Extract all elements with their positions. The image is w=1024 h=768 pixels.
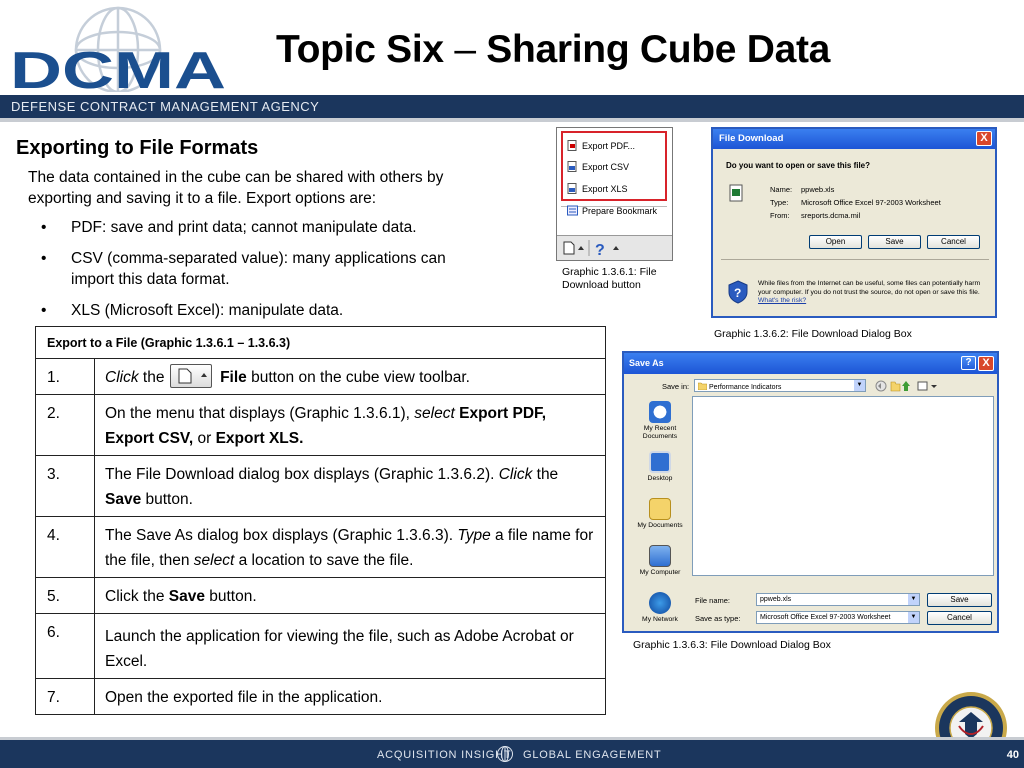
table-row: 6. Launch the application for viewing th… (36, 614, 605, 679)
place-my-recent-documents[interactable]: My Recent Documents (629, 401, 691, 441)
steps-table: Export to a File (Graphic 1.3.6.1 – 1.3.… (35, 326, 606, 715)
folder-icon (697, 382, 708, 391)
svg-text:?: ? (734, 286, 741, 300)
file-name-value: ppweb.xls (801, 185, 835, 194)
close-button[interactable]: X (976, 131, 992, 146)
chevron-down-icon: ▼ (854, 380, 865, 391)
file-name-input[interactable]: ppweb.xls ▼ (756, 593, 920, 606)
dialog-titlebar: Save As ? X (624, 353, 997, 374)
my-documents-icon (649, 498, 671, 520)
agency-name: DEFENSE CONTRACT MANAGEMENT AGENCY (11, 99, 320, 114)
table-row: 4. The Save As dialog box displays (Grap… (36, 517, 605, 578)
pdf-file-icon (567, 140, 577, 151)
dialog-divider (721, 259, 989, 260)
security-warning: While files from the Internet can be use… (758, 280, 981, 304)
save-in-dropdown[interactable]: Performance Indicators ▼ (694, 379, 866, 392)
file-menu-screenshot: Export PDF... Export CSV Export XLS Prep… (556, 127, 673, 261)
close-button[interactable]: X (978, 356, 994, 371)
help-button[interactable]: ? (961, 356, 976, 370)
help-icon: ? (595, 242, 605, 259)
dialog-titlebar: File Download X (713, 129, 995, 149)
banner-divider (0, 118, 1024, 122)
dcma-logo: DCMA (8, 0, 230, 100)
footer-bar: ACQUISITION INSIGHT GLOBAL ENGAGEMENT 40 (0, 737, 1024, 768)
logo-wordmark: DCMA (10, 42, 226, 92)
table-row: 3. The File Download dialog box displays… (36, 456, 605, 517)
file-type-value: Microsoft Office Excel 97-2003 Worksheet (801, 198, 941, 207)
file-source-value: sreports.dcma.mil (801, 211, 861, 220)
navigation-toolbar (875, 380, 937, 392)
security-shield-icon: ? (728, 280, 748, 304)
views-icon (917, 381, 928, 391)
menu-item-export-xls[interactable]: Export XLS (567, 183, 628, 194)
new-folder-icon (902, 381, 910, 391)
chevron-down-icon: ▼ (908, 612, 919, 623)
menu-item-export-csv[interactable]: Export CSV (567, 161, 629, 172)
cancel-button[interactable]: Cancel (927, 611, 992, 625)
graphic1-caption: Graphic 1.3.6.1: File Download button (562, 266, 657, 291)
agency-banner: DEFENSE CONTRACT MANAGEMENT AGENCY (0, 95, 1024, 118)
graphic3-caption: Graphic 1.3.6.3: File Download Dialog Bo… (633, 639, 831, 651)
up-folder-icon (890, 381, 901, 392)
section-heading: Exporting to File Formats (16, 137, 259, 159)
dialog-question: Do you want to open or save this file? (726, 161, 871, 170)
table-row: 7. Open the exported file in the applica… (36, 679, 605, 714)
save-as-type-dropdown[interactable]: Microsoft Office Excel 97-2003 Worksheet… (756, 611, 920, 624)
excel-file-icon (729, 184, 743, 202)
save-as-dialog: Save As ? X Save in: Performance Indicat… (622, 351, 999, 633)
my-computer-icon (649, 545, 671, 567)
file-toolbar-button (169, 364, 212, 389)
my-network-icon (649, 592, 671, 614)
page-number: 40 (1006, 749, 1019, 761)
bookmark-icon (567, 205, 578, 216)
globe-icon (497, 746, 513, 762)
file-browser-pane[interactable] (692, 396, 994, 576)
csv-file-icon (567, 161, 577, 172)
footer-tagline-left: ACQUISITION INSIGHT (377, 749, 512, 761)
place-my-documents[interactable]: My Documents (629, 498, 691, 530)
table-row: 5. Click the Save button. (36, 578, 605, 614)
page-title: Topic Six – Sharing Cube Data (276, 28, 831, 71)
cancel-button[interactable]: Cancel (927, 235, 980, 249)
cube-view-toolbar: ? (557, 235, 672, 260)
table-header: Export to a File (Graphic 1.3.6.1 – 1.3.… (36, 327, 605, 359)
menu-item-prepare-bookmark[interactable]: Prepare Bookmark (567, 205, 657, 216)
list-item: • XLS (Microsoft Excel): manipulate data. (41, 302, 344, 319)
list-item: • CSV (comma-separated value): many appli… (41, 250, 446, 288)
dropdown-arrow-icon (578, 246, 584, 250)
save-button[interactable]: Save (927, 593, 992, 607)
list-item: • PDF: save and print data; cannot manipu… (41, 219, 417, 236)
intro-paragraph: The data contained in the cube can be sh… (28, 169, 444, 207)
footer-tagline-right: GLOBAL ENGAGEMENT (523, 749, 662, 761)
chevron-down-icon: ▼ (908, 594, 919, 605)
place-desktop[interactable]: Desktop (629, 451, 691, 483)
risk-link[interactable]: What's the risk? (758, 297, 806, 304)
file-icon (563, 241, 575, 255)
file-download-dialog: File Download X Do you want to open or s… (711, 127, 997, 318)
graphic2-caption: Graphic 1.3.6.2: File Download Dialog Bo… (714, 328, 912, 340)
desktop-icon (649, 451, 671, 473)
place-my-network[interactable]: My Network (629, 592, 691, 624)
menu-item-export-pdf[interactable]: Export PDF... (567, 140, 635, 151)
save-button[interactable]: Save (868, 235, 921, 249)
xls-file-icon (567, 183, 577, 194)
table-row: 1. Click the File button on the cube vie… (36, 359, 605, 395)
recent-documents-icon (649, 401, 671, 423)
open-button[interactable]: Open (809, 235, 862, 249)
place-my-computer[interactable]: My Computer (629, 545, 691, 577)
export-options-list: • PDF: save and print data; cannot manipu… (28, 217, 468, 331)
table-row: 2. On the menu that displays (Graphic 1.… (36, 395, 605, 456)
